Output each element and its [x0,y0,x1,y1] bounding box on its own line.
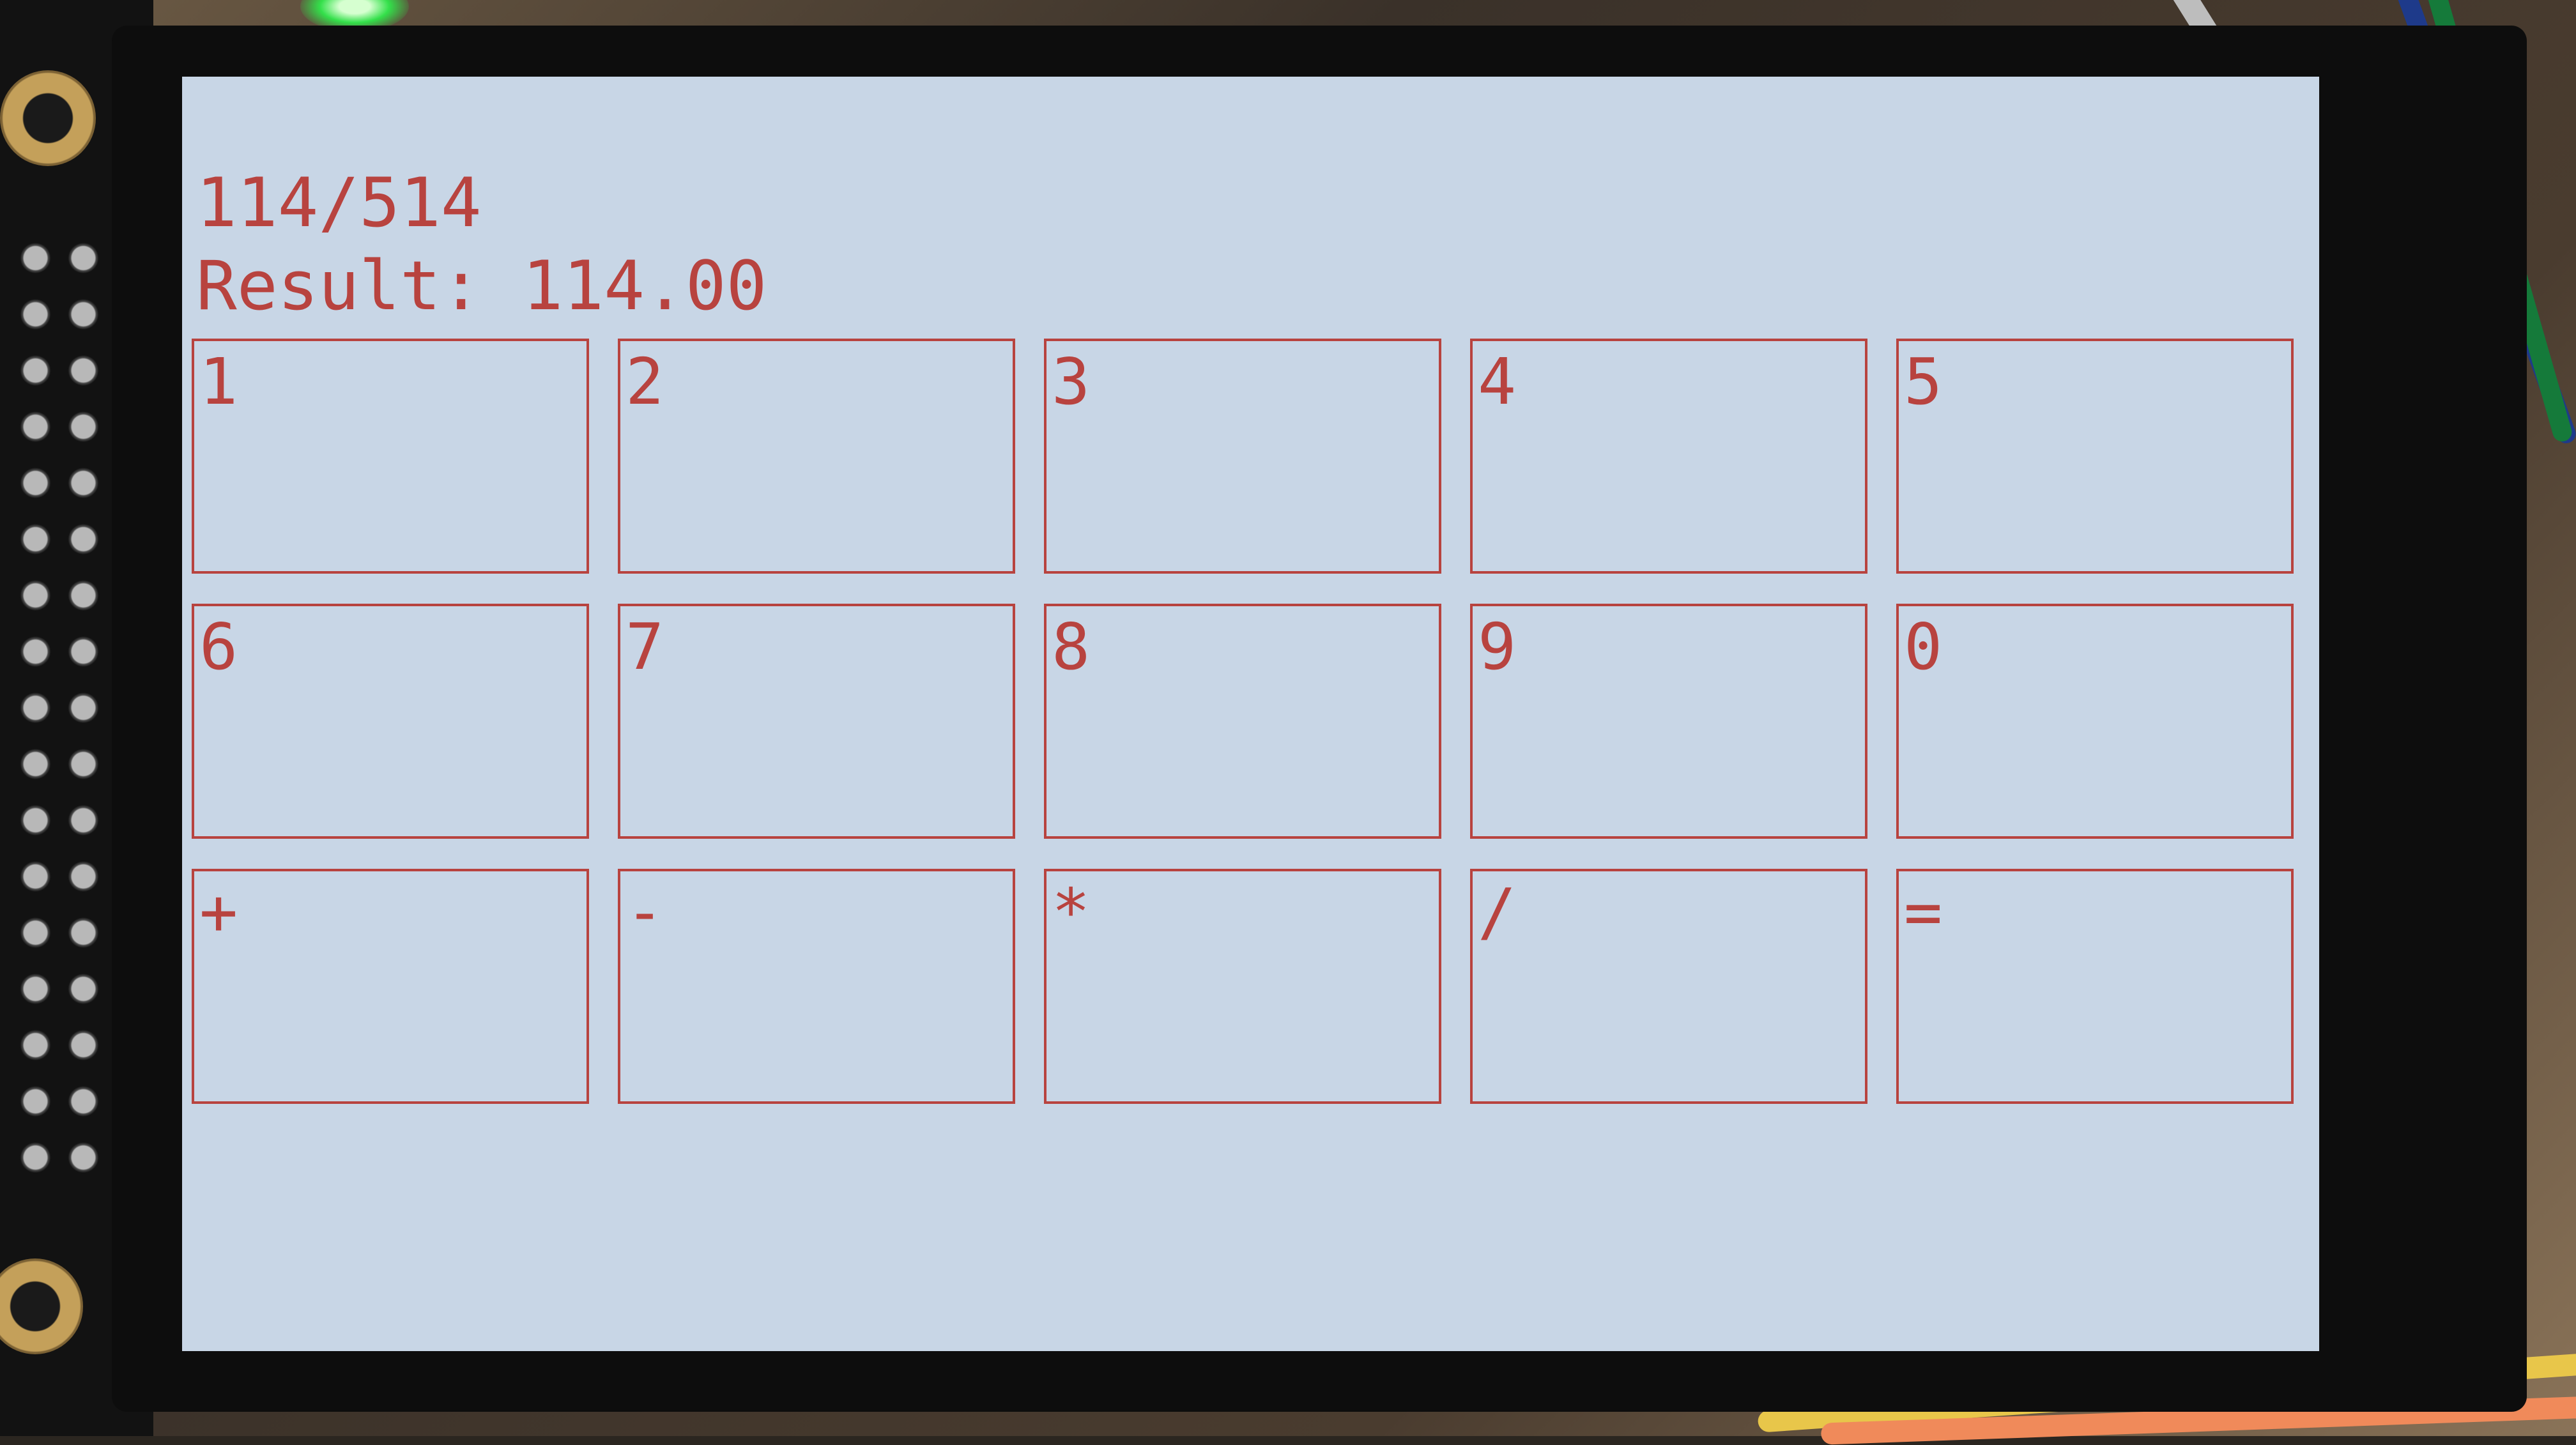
key-1[interactable]: 1 [192,339,589,574]
key-minus[interactable]: - [618,869,1015,1104]
key-label: 7 [625,615,672,685]
key-8[interactable]: 8 [1044,604,1441,839]
key-label: = [1904,880,1951,951]
key-0[interactable]: 0 [1896,604,2294,839]
key-3[interactable]: 3 [1044,339,1441,574]
key-6[interactable]: 6 [192,604,589,839]
key-7[interactable]: 7 [618,604,1015,839]
key-label: + [199,880,246,951]
lcd-screen: 114/514 Result: 114.00 1 2 3 4 5 6 7 8 9… [182,77,2319,1351]
key-divide[interactable]: / [1470,869,1867,1104]
key-label: 3 [1052,350,1098,420]
key-label: 1 [199,350,246,420]
expression-display: 114/514 [196,164,482,242]
key-4[interactable]: 4 [1470,339,1867,574]
key-2[interactable]: 2 [618,339,1015,574]
key-label: 5 [1904,350,1951,420]
key-label: - [625,880,672,951]
key-label: 8 [1052,615,1098,685]
key-label: 2 [625,350,672,420]
result-display: Result: 114.00 [196,252,767,320]
key-9[interactable]: 9 [1470,604,1867,839]
key-label: 9 [1478,615,1524,685]
key-label: * [1052,880,1098,951]
result-label: Result: [196,247,482,325]
key-label: 6 [199,615,246,685]
key-5[interactable]: 5 [1896,339,2294,574]
result-value: 114.00 [522,247,767,325]
key-equals[interactable]: = [1896,869,2294,1104]
mounting-hole-top [0,70,96,166]
key-label: / [1478,880,1524,951]
key-multiply[interactable]: * [1044,869,1441,1104]
key-plus[interactable]: + [192,869,589,1104]
pin-header [12,230,107,1175]
key-label: 0 [1904,615,1951,685]
key-label: 4 [1478,350,1524,420]
